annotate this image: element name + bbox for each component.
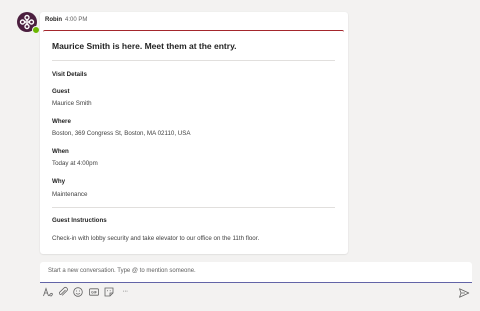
more-options-icon[interactable]: ··· <box>119 286 131 298</box>
sender-name[interactable]: Robin <box>45 17 62 23</box>
why-label: Why <box>52 178 66 185</box>
where-label: Where <box>52 118 71 125</box>
guest-instructions-heading: Guest Instructions <box>52 217 107 224</box>
why-value: Maintenance <box>52 191 88 198</box>
message-bubble: Robin 4:00 PM Maurice Smith is here. Meet… <box>40 12 348 254</box>
send-icon[interactable] <box>458 286 470 298</box>
emoji-icon[interactable] <box>72 286 84 298</box>
guest-value: Maurice Smith <box>52 100 92 107</box>
attach-icon[interactable] <box>57 286 69 298</box>
message-timestamp: 4:00 PM <box>65 17 88 23</box>
gif-icon[interactable]: GIF <box>88 286 100 298</box>
adaptive-card: Maurice Smith is here. Meet them at the … <box>43 30 344 253</box>
sticker-icon[interactable] <box>103 286 115 298</box>
visit-details-heading: Visit Details <box>52 71 87 78</box>
where-value: Boston, 369 Congress St, Boston, MA 0211… <box>52 130 191 137</box>
message-header: Robin 4:00 PM <box>45 17 87 23</box>
when-label: When <box>52 148 69 155</box>
compose-placeholder[interactable]: Start a new conversation. Type @ to ment… <box>48 268 196 274</box>
guest-label: Guest <box>52 88 70 95</box>
section-divider <box>52 207 335 208</box>
presence-available-indicator <box>32 26 40 34</box>
compose-box[interactable]: Start a new conversation. Type @ to ment… <box>40 262 472 283</box>
title-divider <box>52 60 335 61</box>
svg-text:GIF: GIF <box>91 291 97 295</box>
when-value: Today at 4:00pm <box>52 160 98 167</box>
format-icon[interactable] <box>42 286 54 298</box>
card-title: Maurice Smith is here. Meet them at the … <box>52 41 237 51</box>
guest-instructions-value: Check-in with lobby security and take el… <box>52 235 260 242</box>
